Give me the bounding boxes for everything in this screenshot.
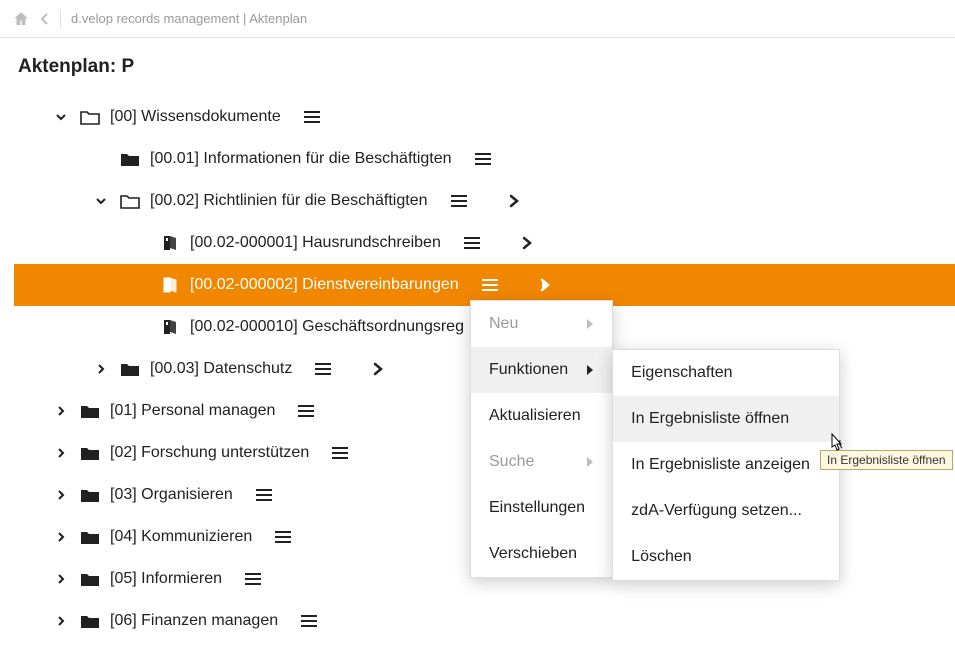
row-menu-icon[interactable] [244,572,262,586]
row-menu-icon[interactable] [463,236,481,250]
submenu-arrow-icon [586,318,594,330]
breadcrumb: d.velop records management | Aktenplan [71,11,307,26]
context-menu-item-label: Verschieben [489,545,577,563]
row-menu-icon[interactable] [474,152,492,166]
tree-row-label: [03] Organisieren [110,486,233,504]
page-title: Aktenplan: P [14,56,955,78]
chevron-right-icon[interactable] [52,530,70,544]
row-menu-icon[interactable] [331,446,349,460]
tooltip: In Ergebnisliste öffnen [820,450,953,470]
row-expand-chevron-icon[interactable] [370,359,386,379]
tree-row-label: [01] Personal managen [110,402,275,420]
context-menu-item-label: Einstellungen [489,499,585,517]
context-submenu-item-label: zdA-Verfügung setzen... [631,502,802,520]
chevron-right-icon[interactable] [52,572,70,586]
context-submenu-item[interactable]: In Ergebnisliste öffnen [613,396,839,442]
topbar: d.velop records management | Aktenplan [0,0,955,38]
context-menu-item[interactable]: Funktionen [471,347,612,393]
context-submenu[interactable]: Eigenschaften In Ergebnisliste öffnen In E… [612,349,840,581]
context-menu-item[interactable]: Einstellungen [471,485,612,531]
context-submenu-item[interactable]: Eigenschaften [613,350,839,396]
context-menu-item-label: Aktualisieren [489,407,581,425]
chevron-right-icon[interactable] [52,446,70,460]
tree-row-label: [00.02-000010] Geschäftsordnungsreg [190,318,464,336]
binder-icon [160,234,180,252]
context-menu-item-label: Suche [489,453,534,471]
folder-solid-icon [80,529,100,545]
tree-row[interactable]: [00.02] Richtlinien für die Beschäftigte… [14,180,955,222]
submenu-arrow-icon [586,456,594,468]
row-expand-chevron-icon[interactable] [519,233,535,253]
context-submenu-item-label: Löschen [631,548,692,566]
binder-icon [160,276,180,294]
folder-solid-icon [80,445,100,461]
row-expand-chevron-icon[interactable] [506,191,522,211]
context-submenu-item[interactable]: In Ergebnisliste anzeigen [613,442,839,488]
context-menu-item-label: Neu [489,315,518,333]
row-menu-icon[interactable] [297,404,315,418]
row-menu-icon[interactable] [450,194,468,208]
row-menu-icon[interactable] [481,278,499,292]
context-submenu-item-label: Eigenschaften [631,364,732,382]
submenu-arrow-icon [586,364,594,376]
folder-solid-icon [80,613,100,629]
chevron-right-icon[interactable] [92,362,110,376]
folder-solid-icon [120,361,140,377]
folder-outline-icon [120,193,140,209]
row-menu-icon[interactable] [274,530,292,544]
tree-row-label: [05] Informieren [110,570,222,588]
tree-row-label: [00.02-000002] Dienstvereinbarungen [190,276,459,294]
context-menu-item-label: Funktionen [489,361,568,379]
context-submenu-item-label: In Ergebnisliste öffnen [631,410,789,428]
tree-row-label: [00.02-000001] Hausrundschreiben [190,234,441,252]
chevron-down-icon[interactable] [52,110,70,124]
context-menu-item: Neu [471,301,612,347]
tree-row-label: [02] Forschung unterstützen [110,444,309,462]
tree-row[interactable]: [00.01] Informationen für die Beschäftig… [14,138,955,180]
chevron-down-icon[interactable] [92,194,110,208]
tree-row[interactable]: [06] Finanzen managen [14,600,955,642]
row-expand-chevron-icon[interactable] [537,275,553,295]
topbar-divider [60,10,61,28]
folder-solid-icon [80,571,100,587]
folder-outline-icon [80,109,100,125]
tree-row-label: [00.02] Richtlinien für die Beschäftigte… [150,192,428,210]
context-menu-item: Suche [471,439,612,485]
tree-row-label: [00.01] Informationen für die Beschäftig… [150,150,452,168]
row-menu-icon[interactable] [314,362,332,376]
folder-solid-icon [80,403,100,419]
context-menu-item[interactable]: Verschieben [471,531,612,577]
context-submenu-item[interactable]: zdA-Verfügung setzen... [613,488,839,534]
row-menu-icon[interactable] [303,110,321,124]
back-icon[interactable] [40,12,50,26]
folder-solid-icon [80,487,100,503]
tree-row[interactable]: [00.02-000001] Hausrundschreiben [14,222,955,264]
home-icon[interactable] [12,10,30,28]
context-menu[interactable]: Neu Funktionen Aktualisieren Suche Einstellu… [470,300,613,578]
context-menu-item[interactable]: Aktualisieren [471,393,612,439]
tree-row-label: [00] Wissensdokumente [110,108,281,126]
chevron-right-icon[interactable] [52,488,70,502]
binder-icon [160,318,180,336]
row-menu-icon[interactable] [300,614,318,628]
tree-row-label: [00.03] Datenschutz [150,360,292,378]
context-submenu-item-label: In Ergebnisliste anzeigen [631,456,810,474]
row-menu-icon[interactable] [255,488,273,502]
chevron-right-icon[interactable] [52,614,70,628]
folder-solid-icon [120,151,140,167]
context-submenu-item[interactable]: Löschen [613,534,839,580]
tree-row[interactable]: [00] Wissensdokumente [14,96,955,138]
chevron-right-icon[interactable] [52,404,70,418]
tree-row-label: [04] Kommunizieren [110,528,252,546]
